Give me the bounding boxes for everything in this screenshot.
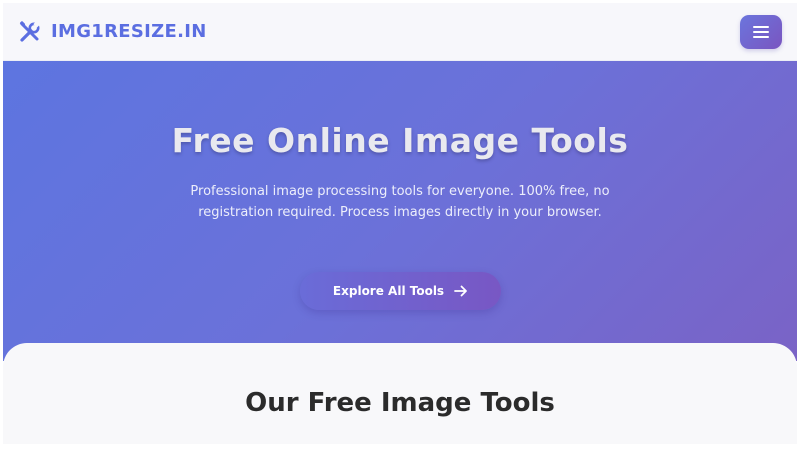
section-title: Our Free Image Tools [245, 388, 555, 418]
site-logo[interactable]: IMG1RESIZE.IN [18, 20, 207, 44]
tools-section: Our Free Image Tools [3, 343, 797, 444]
page: IMG1RESIZE.IN Free Online Image Tools Pr… [3, 3, 797, 444]
menu-button[interactable] [740, 14, 782, 49]
explore-all-tools-button[interactable]: Explore All Tools [300, 272, 501, 310]
hamburger-menu-icon [753, 25, 769, 38]
hero-section: Free Online Image Tools Professional ima… [3, 61, 797, 361]
cta-label: Explore All Tools [332, 284, 445, 298]
hero-title: Free Online Image Tools [171, 121, 629, 160]
tools-icon [19, 20, 40, 42]
arrow-right-icon [454, 285, 467, 297]
logo-text: IMG1RESIZE.IN [51, 21, 207, 42]
hero-subtitle: Professional image processing tools for … [190, 184, 610, 220]
site-header: IMG1RESIZE.IN [3, 3, 797, 61]
